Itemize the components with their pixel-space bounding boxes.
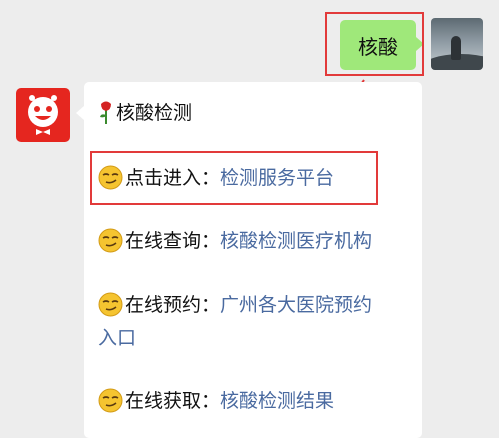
- message-title: 核酸检测: [116, 102, 193, 124]
- list-item: 在线获取：核酸检测结果: [98, 388, 334, 415]
- list-item: 在线查询：核酸检测医疗机构: [98, 228, 372, 255]
- smirk-emoji-icon: [98, 292, 123, 317]
- rose-icon: [100, 101, 111, 124]
- list-item: 在线预约：广州各大医院预约: [98, 292, 372, 319]
- item-prefix: 在线获取：: [125, 390, 221, 412]
- item-prefix: 在线查询：: [125, 230, 221, 252]
- smirk-emoji-icon: [98, 228, 123, 253]
- appointment-link-continued[interactable]: 入口: [98, 325, 136, 352]
- item-prefix: 在线预约：: [125, 294, 221, 316]
- medical-institution-link[interactable]: 核酸检测医疗机构: [220, 230, 372, 252]
- message-title-row: 核酸检测: [98, 100, 192, 127]
- bot-avatar[interactable]: [16, 88, 70, 142]
- robot-face-icon: [28, 95, 58, 135]
- bot-message-bubble: 核酸检测 点击进入：检测服务平台 在线查询：核酸检测医疗机构 在线预约：广州各大…: [76, 82, 422, 438]
- service-platform-highlight-box: [90, 151, 378, 205]
- appointment-link[interactable]: 广州各大医院预约: [220, 294, 372, 316]
- smirk-emoji-icon: [98, 388, 123, 413]
- test-results-link[interactable]: 核酸检测结果: [220, 390, 334, 412]
